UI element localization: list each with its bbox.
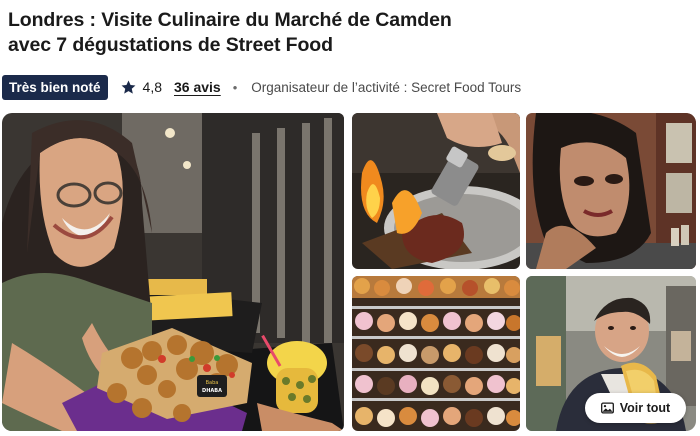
torch-photo-image <box>352 113 520 269</box>
view-all-label: Voir tout <box>619 401 671 415</box>
title-line-2: avec 7 dégustations de Street Food <box>8 34 333 56</box>
page-title: Londres : Visite Culinaire du Marché de … <box>8 8 568 58</box>
separator-dot: • <box>232 79 238 95</box>
title-line-1: Londres : Visite Culinaire du Marché de … <box>8 9 452 31</box>
reviews-link[interactable]: 36 avis <box>174 79 221 95</box>
star-icon <box>121 80 135 94</box>
main-photo[interactable]: Baba DHABA <box>2 113 344 431</box>
image-icon <box>600 402 614 414</box>
bakery-photo[interactable] <box>352 276 520 431</box>
rating-row: Très bien noté 4,8 36 avis • Organisateu… <box>2 74 521 100</box>
rating-value: 4,8 <box>142 79 162 95</box>
mural-photo-image <box>526 113 696 269</box>
mural-photo[interactable] <box>526 113 696 269</box>
view-all-button[interactable]: Voir tout <box>585 393 686 423</box>
tray-sign-bottom: DHABA <box>202 388 222 394</box>
organizer-text: Organisateur de l’activité : Secret Food… <box>251 79 522 95</box>
tray-sign-top: Baba <box>206 380 219 386</box>
bakery-photo-image <box>352 276 520 431</box>
main-photo-image: Baba DHABA <box>2 113 344 431</box>
top-rated-badge: Très bien noté <box>2 74 108 100</box>
photo-gallery: Baba DHABA Voir tout <box>2 113 696 433</box>
torch-photo[interactable] <box>352 113 520 269</box>
